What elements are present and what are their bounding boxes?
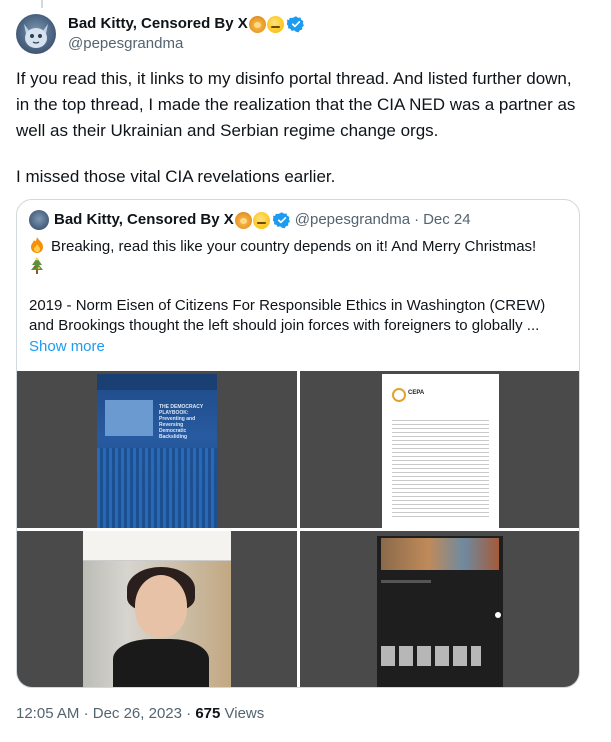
author-name-row[interactable]: Bad Kitty, Censored By X <box>68 14 305 34</box>
tweet-footer: 12:05 AM · Dec 26, 2023 · 675 Views <box>16 704 264 724</box>
quoted-tweet-card[interactable]: Bad Kitty, Censored By X @pepesgrandma ·… <box>16 199 580 688</box>
website-screenshot-image[interactable] <box>300 531 579 687</box>
quoted-date: Dec 24 <box>423 211 471 228</box>
show-more-link[interactable]: Show more <box>29 337 105 357</box>
christmas-tree-emoji-icon <box>31 257 43 274</box>
cepa-logo-text: CEPA <box>408 390 425 396</box>
media-grid: THE DEMOCRACY PLAYBOOK: Preventing and R… <box>17 371 579 687</box>
views-label: Views <box>224 705 265 722</box>
quoted-tweet-header: Bad Kitty, Censored By X @pepesgrandma ·… <box>29 210 471 230</box>
quoted-line-text: Breaking, read this like your country de… <box>51 238 537 255</box>
lion-face-icon <box>248 15 266 33</box>
quoted-author-name: Bad Kitty, Censored By X <box>54 211 234 228</box>
lion-face-icon <box>234 211 252 229</box>
footer-separator: · <box>186 705 192 722</box>
document-page: CEPA <box>382 374 499 528</box>
avatar[interactable] <box>16 14 56 54</box>
author-handle[interactable]: @pepesgrandma <box>68 34 305 54</box>
footer-separator: · <box>83 705 89 722</box>
portrait-photo-image[interactable] <box>17 531 297 687</box>
cat-avatar-icon <box>24 24 48 48</box>
thread-connector-line <box>41 0 43 8</box>
fire-emoji-icon <box>31 237 43 253</box>
book-cover-image[interactable]: THE DEMOCRACY PLAYBOOK: Preventing and R… <box>17 371 297 528</box>
author-display-name[interactable]: Bad Kitty, Censored By X <box>68 14 248 34</box>
quoted-separator: · <box>414 211 420 228</box>
tweet-paragraph: I missed those vital CIA revelations ear… <box>16 167 336 186</box>
cepa-logo-icon <box>392 388 406 402</box>
quoted-first-line: Breaking, read this like your country de… <box>29 236 569 278</box>
quoted-handle: @pepesgrandma <box>294 211 411 228</box>
zipper-mouth-face-icon <box>266 15 284 33</box>
book-cover: THE DEMOCRACY PLAYBOOK: Preventing and R… <box>97 374 217 528</box>
quoted-body-text: 2019 - Norm Eisen of Citizens For Respon… <box>29 297 546 334</box>
quoted-avatar <box>29 210 49 230</box>
tweet-header: Bad Kitty, Censored By X @pepesgrandma <box>16 12 305 56</box>
portrait-photo <box>83 531 231 687</box>
book-cover-title: THE DEMOCRACY PLAYBOOK: Preventing and R… <box>159 404 204 440</box>
verified-badge-icon <box>286 16 304 33</box>
tweet-text: If you read this, it links to my disinfo… <box>16 66 588 190</box>
zipper-mouth-face-icon <box>252 211 270 229</box>
verified-badge-icon <box>272 212 290 229</box>
tweet-time[interactable]: 12:05 AM <box>16 705 79 722</box>
tweet-date[interactable]: Dec 26, 2023 <box>93 705 182 722</box>
cepa-document-image[interactable]: CEPA <box>300 371 579 528</box>
tweet-paragraph: If you read this, it links to my disinfo… <box>16 69 576 140</box>
views-count[interactable]: 675 <box>195 705 220 722</box>
website-screenshot <box>377 536 503 687</box>
